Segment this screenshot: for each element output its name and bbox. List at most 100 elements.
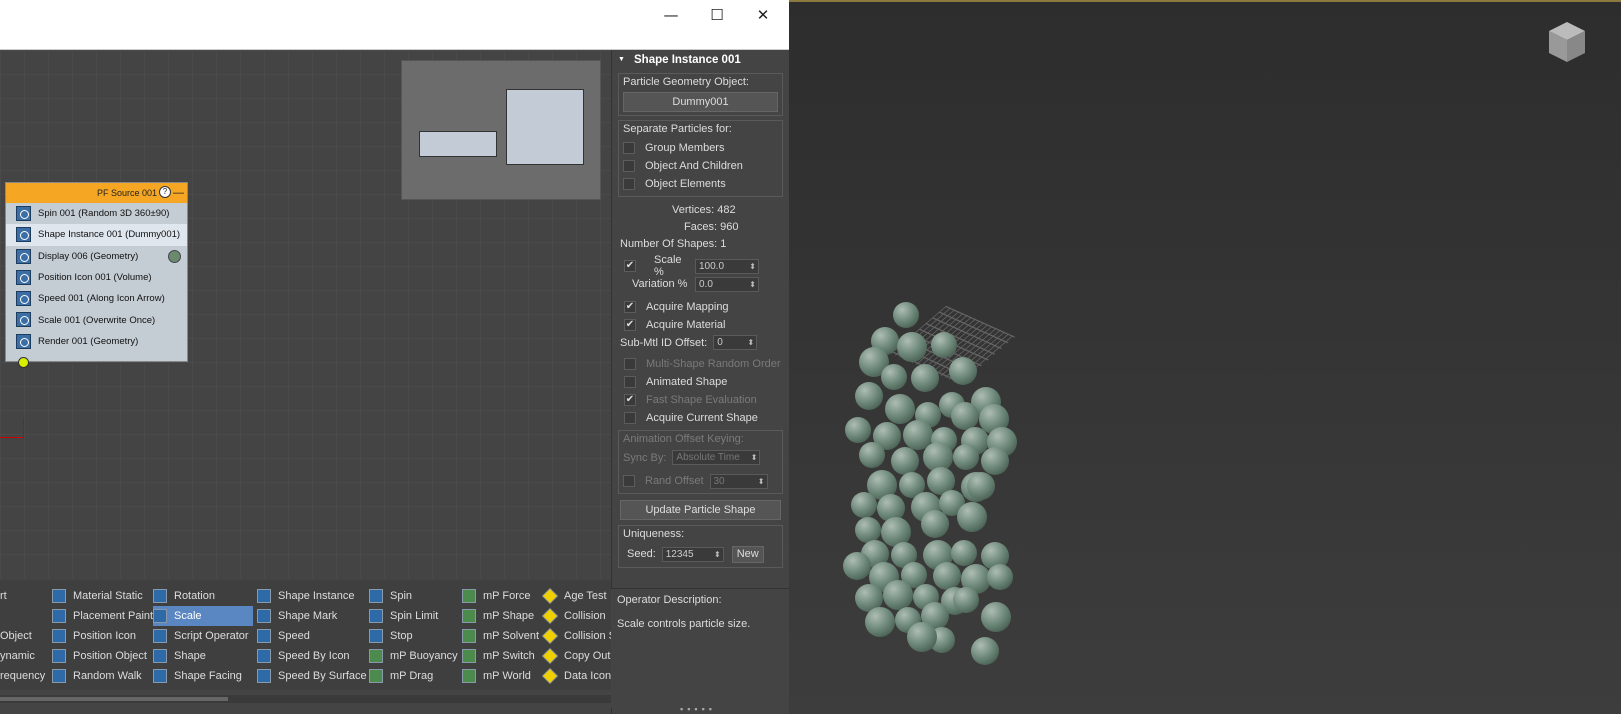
variation-spinner[interactable]: 0.0 [695,276,759,292]
title-bar: — ☐ ✕ [0,0,789,50]
depot-item[interactable]: mP Buoyancy [369,646,458,666]
depot-item[interactable]: requency [0,666,45,686]
event-output-socket[interactable] [18,357,29,368]
operator-row-position-icon[interactable]: Position Icon 001 (Volume) [6,267,187,288]
collapse-icon[interactable]: — [173,183,184,203]
checkbox-box[interactable] [623,160,635,172]
acquire-mapping-checkbox[interactable]: ✔ Acquire Mapping [624,298,789,316]
depot-item[interactable]: Collision [542,606,616,626]
navigator-overview[interactable] [401,60,601,200]
seed-spinner[interactable]: 12345 [661,546,724,562]
depot-item[interactable]: Position Icon [52,626,153,646]
group-title: Uniqueness: [623,528,685,540]
depot-item[interactable]: Speed By Surface [257,666,367,686]
operator-row-speed[interactable]: Speed 001 (Along Icon Arrow) [6,288,187,309]
particle-sphere [885,394,915,424]
depot-item-label: mP Solvent [483,630,540,642]
depot-item[interactable]: Object [0,626,45,646]
checkbox-label: Multi-Shape Random Order [646,358,781,370]
particle-sphere [851,492,877,518]
submtl-spinner[interactable]: 0 [713,335,758,350]
depot-item[interactable]: Position Object [52,646,153,666]
scale-spinner[interactable]: 100.0 [695,258,759,274]
depot-item[interactable]: Placement Paint [52,606,153,626]
depot-column: mP Force mP Shape mP Solvent mP Switch m… [462,586,539,686]
depot-item[interactable]: Script Operator [153,626,253,646]
event-node[interactable]: PF Source 001 ? — Spin 001 (Random 3D 36… [5,182,188,362]
display-color-swatch[interactable] [168,249,181,263]
new-seed-button[interactable]: New [731,545,764,563]
depot-item[interactable]: Speed [257,626,367,646]
depot-scrollbar[interactable] [0,695,611,703]
checkbox-box[interactable]: ✔ [624,260,636,272]
operator-row-shape-instance[interactable]: Shape Instance 001 (Dummy001) [6,224,187,246]
depot-item[interactable]: mP Force [462,586,539,606]
num-shapes-value: 1 [720,237,727,250]
animated-shape-checkbox[interactable]: Animated Shape [624,373,789,391]
depot-item-selected[interactable]: Scale [153,606,253,626]
depot-item[interactable]: mP Drag [369,666,458,686]
rollout-title[interactable]: Shape Instance 001 [612,50,789,70]
operator-row-render[interactable]: Render 001 (Geometry) [6,331,187,352]
depot-item[interactable]: Shape Facing [153,666,253,686]
depot-item[interactable]: Spin [369,586,458,606]
depot-item-label: Speed By Icon [278,650,350,662]
depot-item[interactable]: Shape [153,646,253,666]
checkbox-box[interactable] [624,412,636,424]
checkbox-box[interactable]: ✔ [624,319,636,331]
light-bulb-icon[interactable]: ? [159,186,171,198]
overview-view-box[interactable] [506,89,584,165]
depot-item[interactable]: Data Icon [542,666,616,686]
checkbox-box[interactable] [623,142,635,154]
checkbox-box[interactable]: ✔ [624,301,636,313]
object-and-children-checkbox[interactable]: Object And Children [623,157,778,175]
depot-item[interactable]: Spin Limit [369,606,458,626]
checkbox-label: Acquire Mapping [646,301,729,313]
checkbox-box[interactable] [624,376,636,388]
close-button[interactable]: ✕ [740,4,786,26]
depot-item[interactable]: mP Solvent [462,626,539,646]
depot-item[interactable]: Collision S [542,626,616,646]
depot-item[interactable]: Random Walk [52,666,153,686]
viewport-3d[interactable] [789,0,1621,714]
depot-item[interactable]: mP Shape [462,606,539,626]
depot-item[interactable]: Material Static [52,586,153,606]
operator-description-panel: Operator Description: Scale controls par… [611,588,789,708]
checkbox-label: Rand Offset [645,475,704,487]
depot-item[interactable]: mP World [462,666,539,686]
depot-item[interactable]: Speed By Icon [257,646,367,666]
viewcube-icon[interactable] [1547,20,1587,64]
scale-controls: ✔ Scale % 100.0 Variation % 0.0 [612,254,789,293]
display-icon [16,248,31,264]
depot-item[interactable]: Shape Mark [257,606,367,626]
scale-checkbox[interactable]: ✔ [624,257,646,275]
acquire-current-shape-checkbox[interactable]: Acquire Current Shape [624,409,789,427]
depot-item[interactable]: Copy Out [542,646,616,666]
operator-row-display[interactable]: Display 006 (Geometry) [6,246,187,267]
acquire-material-checkbox[interactable]: ✔ Acquire Material [624,316,789,334]
depot-item[interactable]: rt [0,586,45,606]
depot-item[interactable]: mP Switch [462,646,539,666]
event-node-header[interactable]: PF Source 001 ? — [6,183,187,203]
object-elements-checkbox[interactable]: Object Elements [623,175,778,193]
minimize-button[interactable]: — [648,4,694,26]
geometry-object-button[interactable]: Dummy001 [623,92,778,112]
operator-row-scale[interactable]: Scale 001 (Overwrite Once) [6,309,187,330]
particle-sphere [987,564,1013,590]
depot-item[interactable]: Stop [369,626,458,646]
operator-row-spin[interactable]: Spin 001 (Random 3D 360±90) [6,203,187,224]
material-static-icon [52,589,66,603]
group-members-checkbox[interactable]: Group Members [623,139,778,157]
scrollbar-thumb[interactable] [0,697,228,701]
shape-icon [153,649,167,663]
depot-item-label: rt [0,590,7,602]
depot-item[interactable]: ynamic [0,646,45,666]
depot-item[interactable]: Rotation [153,586,253,606]
mp-world-icon [462,669,476,683]
checkbox-box[interactable] [623,178,635,190]
update-particle-shape-button[interactable]: Update Particle Shape [620,500,781,520]
depot-item[interactable]: Shape Instance [257,586,367,606]
depot-item-label: Position Icon [73,630,136,642]
depot-item[interactable]: Age Test [542,586,616,606]
maximize-button[interactable]: ☐ [694,4,740,26]
